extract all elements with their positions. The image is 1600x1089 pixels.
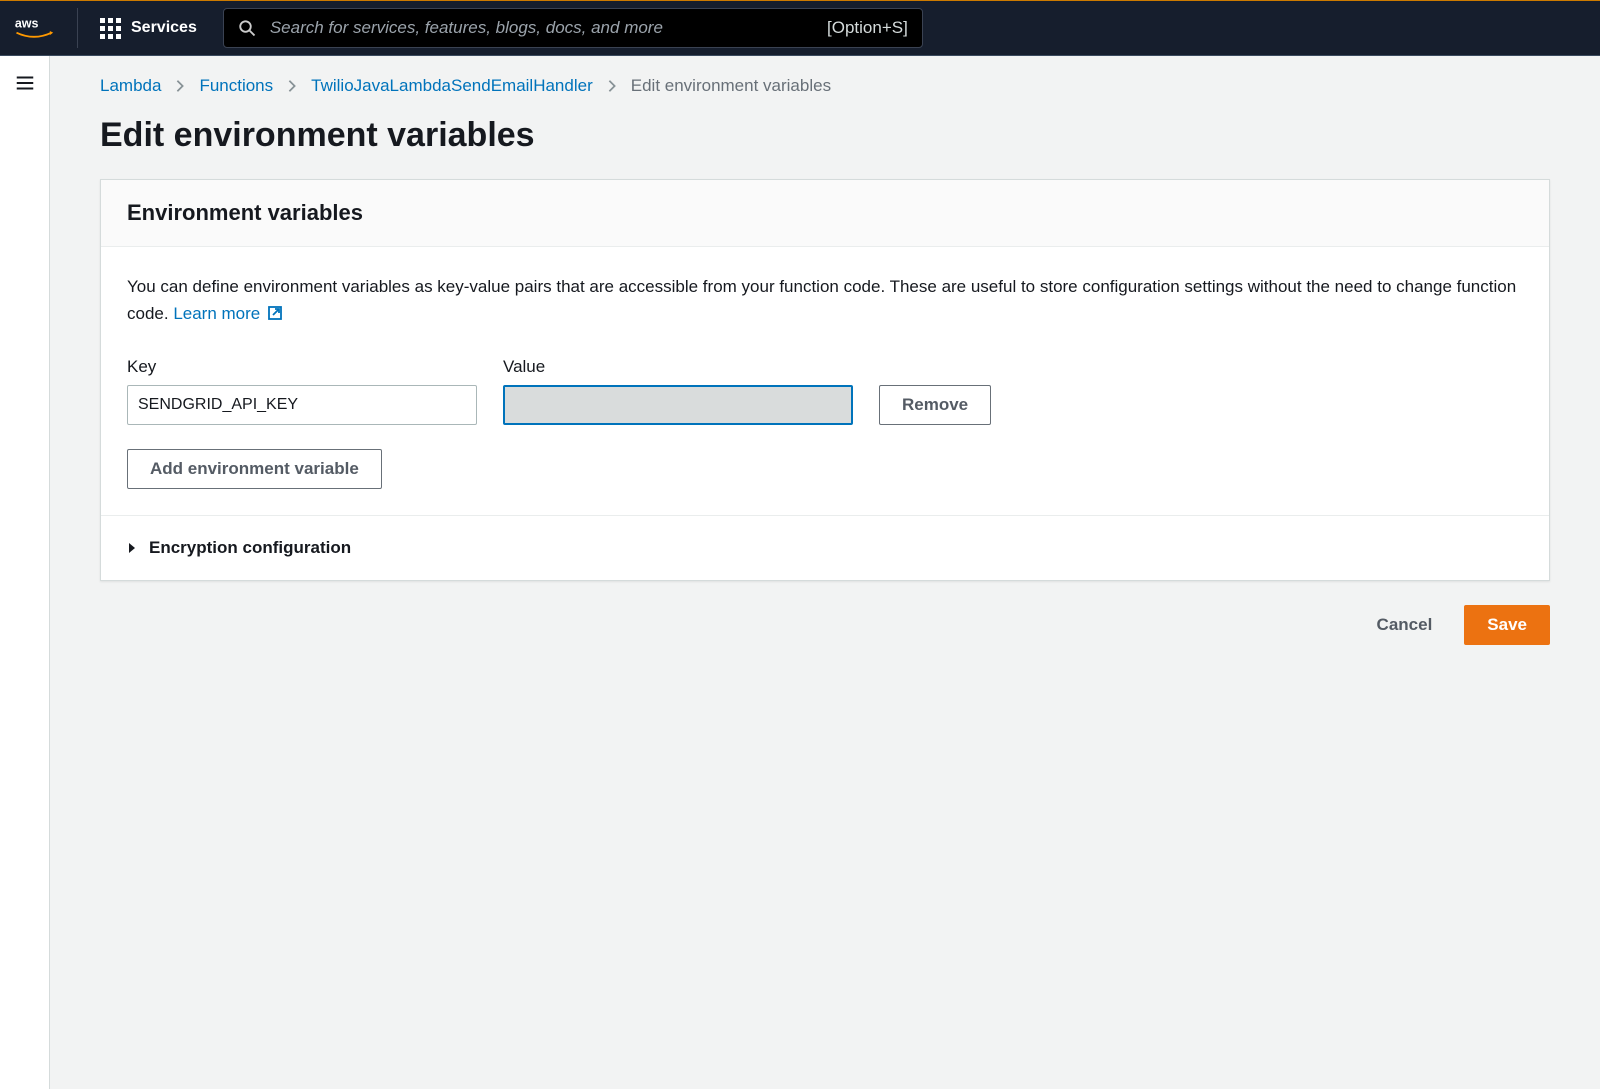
breadcrumb-link-lambda[interactable]: Lambda [100, 76, 161, 96]
key-field-group: Key [127, 357, 477, 425]
env-vars-panel: Environment variables You can define env… [100, 179, 1550, 581]
search-shortcut-hint: [Option+S] [827, 18, 908, 38]
panel-header: Environment variables [101, 180, 1549, 247]
cancel-button[interactable]: Cancel [1355, 605, 1455, 645]
search-container[interactable]: [Option+S] [223, 8, 923, 48]
breadcrumb: Lambda Functions TwilioJavaLambdaSendEma… [100, 76, 1550, 96]
expand-nav-button[interactable] [14, 72, 36, 1089]
services-label: Services [131, 19, 197, 37]
aws-logo[interactable]: aws [8, 8, 78, 48]
search-icon [238, 19, 256, 37]
learn-more-link[interactable]: Learn more [173, 304, 260, 323]
aws-logo-icon: aws [13, 16, 55, 41]
hamburger-icon [14, 72, 36, 94]
env-var-row: Key Value Remove [127, 357, 1523, 425]
key-label: Key [127, 357, 477, 377]
encryption-config-toggle[interactable]: Encryption configuration [101, 515, 1549, 580]
learn-more-text: Learn more [173, 304, 260, 323]
breadcrumb-current: Edit environment variables [631, 76, 831, 96]
env-var-value-input[interactable] [503, 385, 853, 425]
services-menu-button[interactable]: Services [86, 10, 211, 47]
caret-right-icon [127, 542, 137, 554]
value-field-group: Value [503, 357, 853, 425]
description-text: You can define environment variables as … [127, 277, 1516, 323]
chevron-right-icon [607, 79, 617, 93]
env-var-key-input[interactable] [127, 385, 477, 425]
search-input[interactable] [270, 18, 827, 38]
remove-button[interactable]: Remove [879, 385, 991, 425]
panel-body: You can define environment variables as … [101, 247, 1549, 515]
footer-actions: Cancel Save [100, 605, 1550, 645]
svg-text:aws: aws [14, 16, 38, 30]
side-nav-collapsed [0, 56, 50, 1089]
panel-description: You can define environment variables as … [127, 273, 1523, 329]
breadcrumb-link-function-name[interactable]: TwilioJavaLambdaSendEmailHandler [311, 76, 593, 96]
encryption-config-label: Encryption configuration [149, 538, 351, 558]
value-label: Value [503, 357, 853, 377]
main-content: Lambda Functions TwilioJavaLambdaSendEma… [50, 56, 1600, 1089]
page-title: Edit environment variables [100, 116, 1550, 155]
breadcrumb-link-functions[interactable]: Functions [199, 76, 273, 96]
panel-heading: Environment variables [127, 200, 1523, 226]
add-env-var-button[interactable]: Add environment variable [127, 449, 382, 489]
grid-icon [100, 18, 121, 39]
chevron-right-icon [287, 79, 297, 93]
external-link-icon [267, 302, 283, 329]
top-nav: aws Services [Option+S] [0, 0, 1600, 56]
save-button[interactable]: Save [1464, 605, 1550, 645]
chevron-right-icon [175, 79, 185, 93]
